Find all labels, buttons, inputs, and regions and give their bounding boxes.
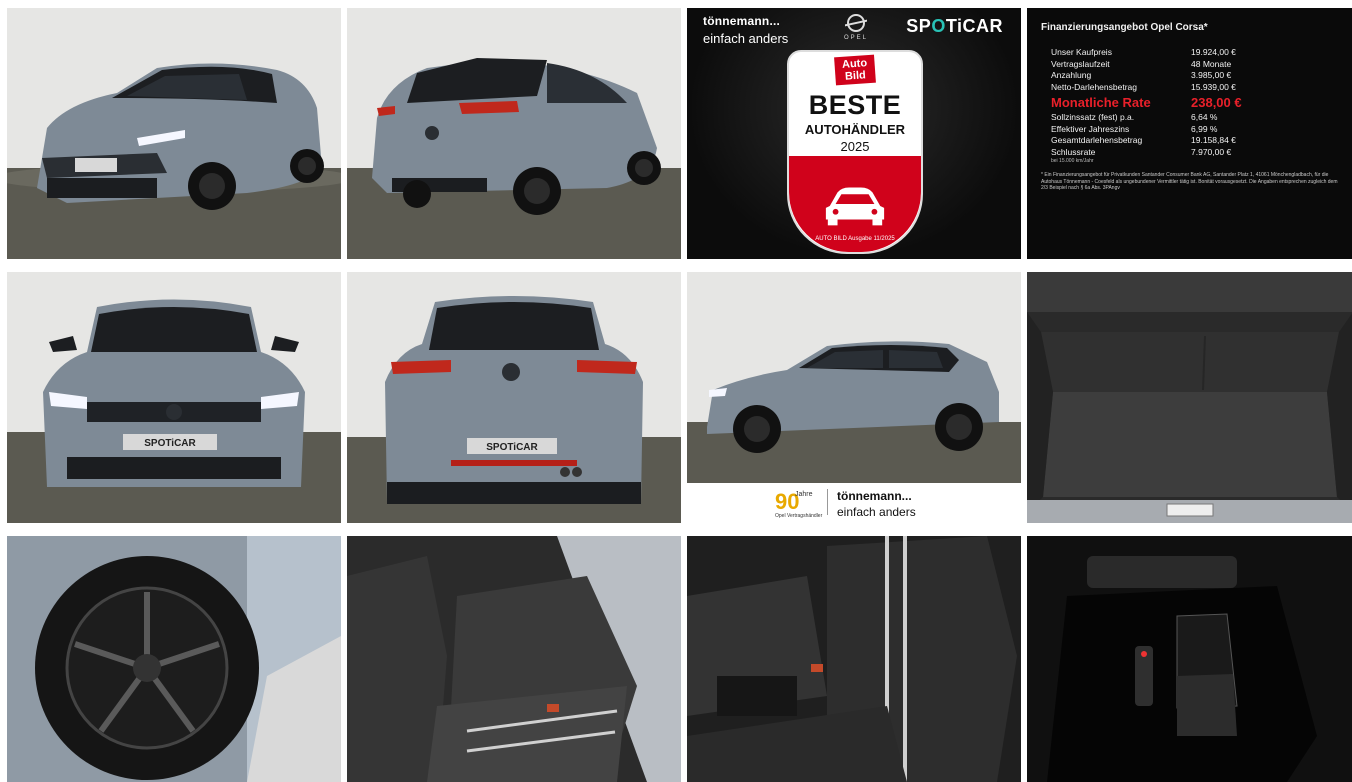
award-year: 2025 bbox=[840, 139, 870, 154]
photo-tile-rear-three-quarter[interactable] bbox=[347, 8, 681, 259]
wheel-photo bbox=[7, 536, 341, 782]
opel-logo-icon: OPEL bbox=[836, 14, 876, 41]
finance-monthly-rate-row: Monatliche Rate 238,00 € bbox=[1051, 93, 1242, 112]
photo-tile-side[interactable]: 90 Jahre Opel Vertragshändler tönnemann.… bbox=[687, 272, 1021, 523]
finance-label: Schlussrate bbox=[1051, 146, 1096, 157]
photo-gallery: tönnemann... einfach anders OPEL SPOTiCA… bbox=[7, 8, 1352, 782]
spoticar-part-c: TiCAR bbox=[945, 16, 1003, 36]
finance-label: Anzahlung bbox=[1051, 70, 1092, 80]
dealer-slogan: einfach anders bbox=[703, 31, 789, 46]
car-front-three-quarter-photo bbox=[7, 8, 341, 259]
spoticar-pin-icon: O bbox=[931, 16, 946, 36]
finance-value: 7.970,00 € bbox=[1191, 146, 1232, 157]
finance-value: 15.939,00 € bbox=[1191, 81, 1236, 92]
photo-tile-financing-offer[interactable]: Finanzierungsangebot Opel Corsa* Unser K… bbox=[1027, 8, 1352, 259]
finance-row: Gesamtdarlehensbetrag 19.158,84 € bbox=[1051, 135, 1242, 147]
finance-label: Gesamtdarlehensbetrag bbox=[1051, 135, 1143, 145]
photo-tile-wheel[interactable] bbox=[7, 536, 341, 782]
photo-tile-front-seat[interactable] bbox=[687, 536, 1021, 782]
spoticar-part-a: SP bbox=[906, 16, 932, 36]
dealer-logo: tönnemann... einfach anders bbox=[703, 14, 788, 46]
opel-wordmark: OPEL bbox=[843, 35, 868, 41]
photo-tile-front[interactable]: SPOTiCAR bbox=[7, 272, 341, 523]
trunk-photo bbox=[1027, 272, 1352, 523]
award-footer: AUTO BILD Ausgabe 11/2025 bbox=[815, 236, 895, 242]
strip-divider bbox=[827, 489, 828, 515]
finance-value: 19.924,00 € bbox=[1191, 47, 1236, 57]
finance-value: 19.158,84 € bbox=[1191, 135, 1236, 145]
finance-label: Vertragslaufzeit bbox=[1051, 58, 1110, 69]
autobild-logo-line2: Bild bbox=[844, 69, 867, 83]
finance-row: Unser Kaufpreis 19.924,00 € bbox=[1051, 47, 1242, 59]
photo-tile-trunk[interactable] bbox=[1027, 272, 1352, 523]
finance-footnote: * Ein Finanzierungsangebot für Privatkun… bbox=[1041, 172, 1338, 191]
finance-mileage-row: bei 15.000 km/Jahr bbox=[1051, 158, 1242, 164]
anniversary-label: Jahre bbox=[795, 491, 813, 498]
photo-tile-front-three-quarter[interactable] bbox=[7, 8, 341, 259]
finance-title: Finanzierungsangebot Opel Corsa* bbox=[1041, 22, 1208, 33]
spoticar-logo: SPOTiCAR bbox=[906, 16, 1003, 37]
award-badge: Auto Bild BESTE AUTOHÄNDLER 2025 AUTO BI… bbox=[787, 50, 923, 254]
award-red-panel: AUTO BILD Ausgabe 11/2025 bbox=[789, 156, 921, 252]
finance-value: 3.985,00 € bbox=[1191, 70, 1232, 80]
finance-value: 6,99 % bbox=[1191, 123, 1218, 134]
rear-seats-photo bbox=[347, 536, 681, 782]
plate-text: SPOTiCAR bbox=[144, 438, 196, 449]
finance-table: Unser Kaufpreis 19.924,00 € Vertragslaufz… bbox=[1051, 47, 1242, 164]
finance-value: 6,64 % bbox=[1191, 112, 1218, 122]
strip-dealer-slogan: einfach anders bbox=[837, 505, 916, 519]
monthly-rate-value: 238,00 € bbox=[1191, 95, 1242, 110]
finance-label: Sollzinssatz (fest) p.a. bbox=[1051, 112, 1135, 122]
center-console-photo bbox=[1027, 536, 1352, 782]
dealer-logo-strip: 90 Jahre Opel Vertragshändler tönnemann.… bbox=[687, 483, 1021, 523]
opel-partner-label: Opel Vertragshändler bbox=[775, 513, 823, 519]
front-seat-photo bbox=[687, 536, 1021, 782]
finance-row: Anzahlung 3.985,00 € bbox=[1051, 70, 1242, 82]
photo-tile-rear[interactable]: SPOTiCAR bbox=[347, 272, 681, 523]
mileage-note: bei 15.000 km/Jahr bbox=[1051, 158, 1094, 164]
car-rear-three-quarter-photo bbox=[347, 8, 681, 259]
finance-label: Netto-Darlehensbetrag bbox=[1051, 81, 1137, 92]
award-subtitle: AUTOHÄNDLER bbox=[804, 122, 906, 137]
finance-row: Effektiver Jahreszins 6,99 % bbox=[1051, 124, 1242, 136]
dealer-name: tönnemann... bbox=[703, 14, 781, 28]
monthly-rate-label: Monatliche Rate bbox=[1051, 95, 1151, 110]
award-title: BESTE bbox=[808, 90, 902, 120]
photo-tile-dealer-banner[interactable]: tönnemann... einfach anders OPEL SPOTiCA… bbox=[687, 8, 1021, 259]
finance-row: Sollzinssatz (fest) p.a. 6,64 % bbox=[1051, 112, 1242, 124]
finance-row: Schlussrate 7.970,00 € bbox=[1051, 147, 1242, 159]
photo-tile-center-console[interactable] bbox=[1027, 536, 1352, 782]
car-front-photo: SPOTiCAR bbox=[7, 272, 341, 523]
car-rear-photo: SPOTiCAR bbox=[347, 272, 681, 523]
photo-tile-rear-seats[interactable] bbox=[347, 536, 681, 782]
svg-text:SPOTiCAR: SPOTiCAR bbox=[486, 442, 538, 453]
finance-row: Vertragslaufzeit 48 Monate bbox=[1051, 59, 1242, 71]
finance-value: 48 Monate bbox=[1191, 58, 1232, 69]
autobild-logo: Auto Bild bbox=[834, 54, 876, 86]
finance-row: Netto-Darlehensbetrag 15.939,00 € bbox=[1051, 82, 1242, 94]
finance-label: Effektiver Jahreszins bbox=[1051, 123, 1130, 134]
finance-label: Unser Kaufpreis bbox=[1051, 47, 1112, 57]
strip-dealer-name: tönnemann... bbox=[837, 489, 912, 503]
